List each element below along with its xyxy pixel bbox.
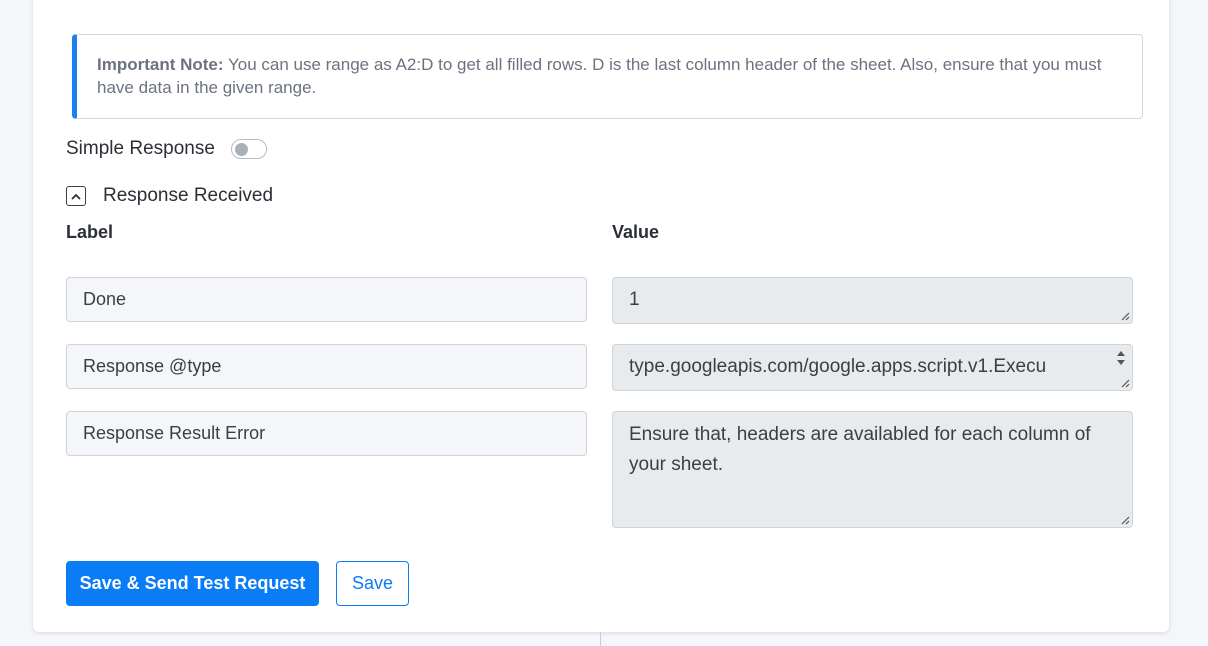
simple-response-row: Simple Response (66, 138, 267, 160)
chevron-up-icon[interactable] (66, 186, 86, 206)
value-field-response-type[interactable]: type.googleapis.com/google.apps.script.v… (612, 344, 1133, 391)
save-button[interactable]: Save (336, 561, 409, 606)
label-field-text: Done (83, 289, 127, 309)
resize-grip-icon[interactable] (1120, 378, 1130, 388)
save-and-send-test-request-button[interactable]: Save & Send Test Request (66, 561, 319, 606)
simple-response-label: Simple Response (66, 138, 215, 159)
value-field-done[interactable]: 1 (612, 277, 1133, 324)
label-field-done[interactable]: Done (66, 277, 587, 322)
simple-response-toggle[interactable] (230, 139, 267, 159)
scroll-arrows-icon[interactable] (1116, 349, 1126, 367)
value-field-text: 1 (629, 289, 640, 310)
label-field-text: Response @type (83, 356, 222, 376)
label-field-response-type[interactable]: Response @type (66, 344, 587, 389)
resize-grip-icon[interactable] (1120, 311, 1130, 321)
toggle-knob (234, 143, 248, 156)
note-text: You can use range as A2:D to get all fil… (97, 55, 1102, 97)
note-title: Important Note: (97, 55, 224, 74)
value-field-response-result-error[interactable]: Ensure that, headers are availabled for … (612, 411, 1133, 528)
resize-grip-icon[interactable] (1120, 515, 1130, 525)
response-received-header[interactable]: Response Received (66, 185, 273, 207)
value-field-text: type.googleapis.com/google.apps.script.v… (629, 356, 1047, 377)
label-field-text: Response Result Error (83, 423, 266, 443)
divider (600, 632, 601, 646)
value-field-text: Ensure that, headers are availabled for … (629, 424, 1091, 475)
response-received-label: Response Received (103, 185, 274, 206)
form-card: Important Note: You can use range as A2:… (33, 0, 1169, 632)
label-field-response-result-error[interactable]: Response Result Error (66, 411, 587, 456)
important-note: Important Note: You can use range as A2:… (72, 34, 1143, 119)
value-column-header: Value (612, 222, 660, 242)
label-column-header: Label (66, 222, 114, 242)
